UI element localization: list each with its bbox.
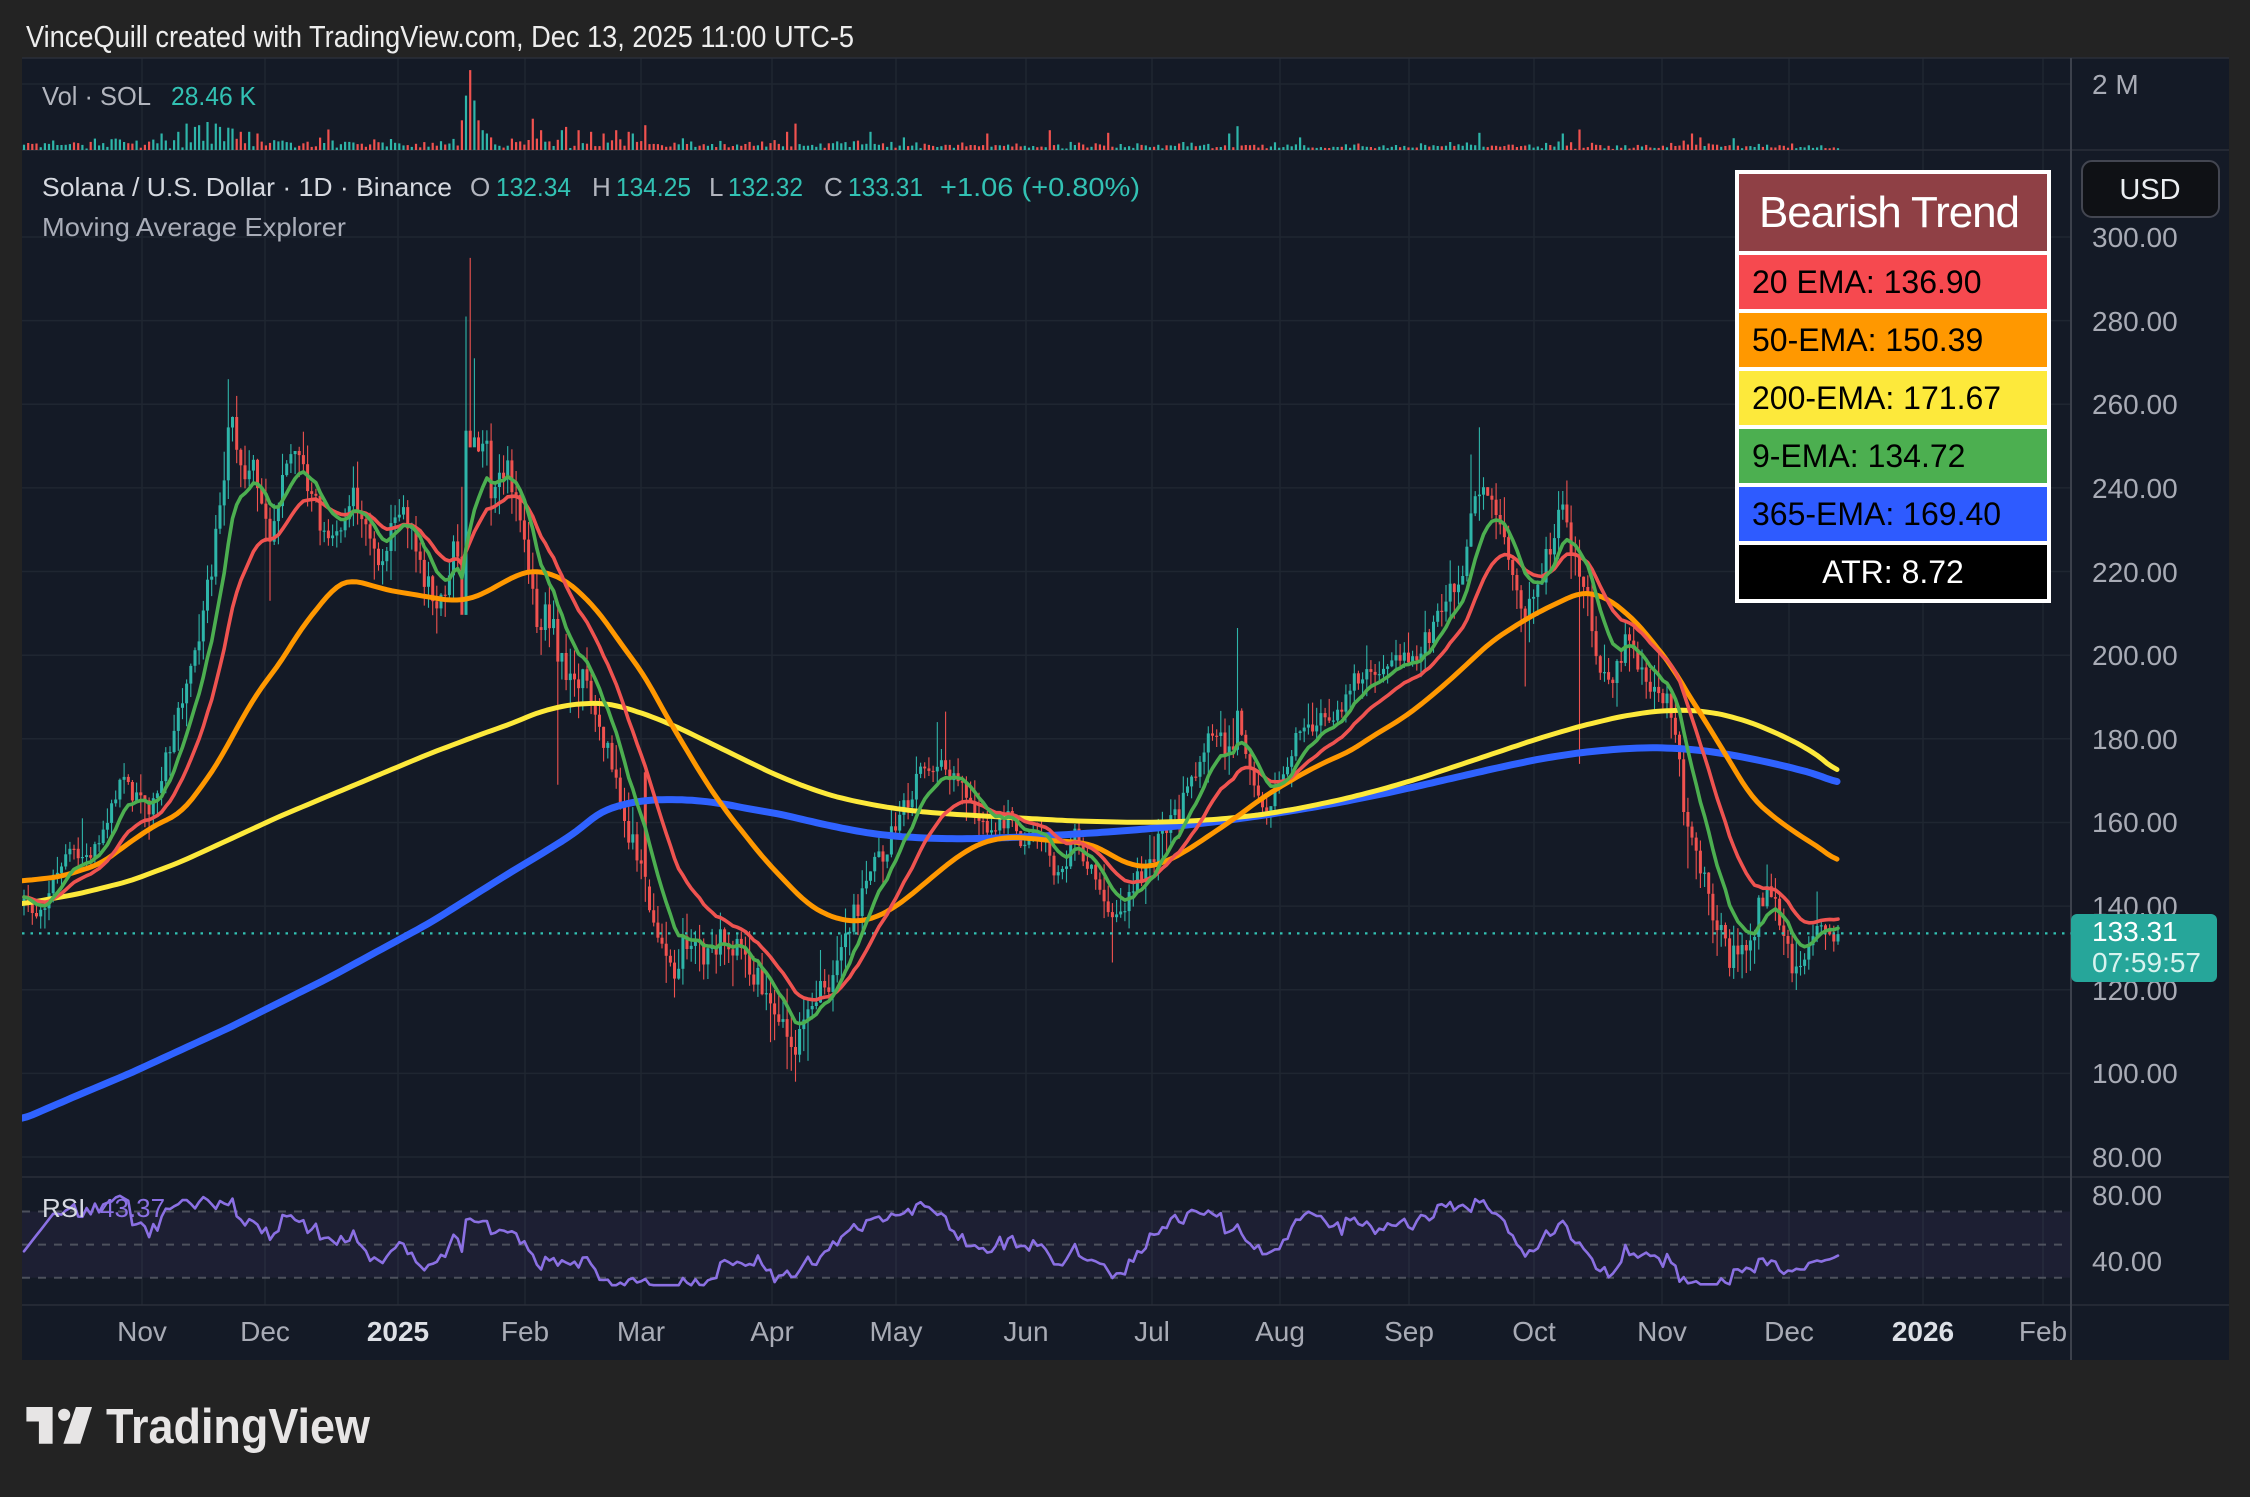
svg-text:Jul: Jul (1134, 1316, 1170, 1347)
svg-text:L: L (709, 172, 723, 202)
svg-text:USD: USD (2119, 174, 2180, 206)
svg-text:ATR: 8.72: ATR: 8.72 (1822, 554, 1964, 590)
svg-text:Bearish Trend: Bearish Trend (1759, 188, 2020, 237)
svg-text:May: May (870, 1316, 923, 1347)
svg-text:Nov: Nov (117, 1316, 167, 1347)
svg-text:Moving Average Explorer: Moving Average Explorer (42, 212, 346, 242)
svg-text:132.34: 132.34 (496, 172, 571, 202)
svg-text:2026: 2026 (1892, 1316, 1954, 1347)
svg-text:240.00: 240.00 (2092, 473, 2178, 504)
svg-text:100.00: 100.00 (2092, 1058, 2178, 1089)
svg-text:Sep: Sep (1384, 1316, 1434, 1347)
svg-text:H: H (592, 172, 611, 202)
svg-text:300.00: 300.00 (2092, 222, 2178, 253)
svg-text:134.25: 134.25 (616, 172, 691, 202)
svg-text:28.46 K: 28.46 K (171, 81, 257, 111)
svg-text:Mar: Mar (617, 1316, 665, 1347)
svg-text:200-EMA: 171.67: 200-EMA: 171.67 (1752, 380, 2001, 416)
svg-text:RSI: RSI (42, 1193, 85, 1223)
svg-text:Dec: Dec (240, 1316, 290, 1347)
svg-text:Vol · SOL: Vol · SOL (42, 81, 151, 111)
svg-text:260.00: 260.00 (2092, 389, 2178, 420)
svg-text:180.00: 180.00 (2092, 724, 2178, 755)
svg-text:Nov: Nov (1637, 1316, 1687, 1347)
svg-text:Feb: Feb (2019, 1316, 2067, 1347)
svg-text:Solana / U.S. Dollar · 1D · Bi: Solana / U.S. Dollar · 1D · Binance (42, 172, 452, 202)
svg-text:O: O (470, 172, 490, 202)
svg-text:2025: 2025 (367, 1316, 429, 1347)
svg-text:50-EMA: 150.39: 50-EMA: 150.39 (1752, 322, 1983, 358)
svg-text:Oct: Oct (1512, 1316, 1556, 1347)
svg-text:Dec: Dec (1764, 1316, 1814, 1347)
svg-text:Aug: Aug (1255, 1316, 1305, 1347)
svg-text:80.00: 80.00 (2092, 1142, 2162, 1173)
svg-text:+1.06 (+0.80%): +1.06 (+0.80%) (940, 172, 1140, 202)
svg-text:Feb: Feb (501, 1316, 549, 1347)
svg-text:40.00: 40.00 (2092, 1246, 2162, 1277)
svg-text:2 M: 2 M (2092, 69, 2139, 100)
svg-text:TradingView: TradingView (106, 1400, 371, 1454)
svg-text:Apr: Apr (750, 1316, 794, 1347)
svg-text:Jun: Jun (1003, 1316, 1048, 1347)
svg-text:133.31: 133.31 (848, 172, 923, 202)
svg-text:200.00: 200.00 (2092, 640, 2178, 671)
svg-text:80.00: 80.00 (2092, 1180, 2162, 1211)
svg-text:VinceQuill created with Tradin: VinceQuill created with TradingView.com,… (26, 19, 854, 54)
svg-text:43.37: 43.37 (100, 1193, 165, 1223)
svg-text:9-EMA: 134.72: 9-EMA: 134.72 (1752, 438, 1965, 474)
svg-text:133.31: 133.31 (2092, 916, 2178, 947)
svg-text:132.32: 132.32 (728, 172, 803, 202)
svg-text:160.00: 160.00 (2092, 807, 2178, 838)
svg-text:C: C (824, 172, 843, 202)
svg-text:365-EMA: 169.40: 365-EMA: 169.40 (1752, 496, 2001, 532)
svg-text:220.00: 220.00 (2092, 557, 2178, 588)
svg-text:07:59:57: 07:59:57 (2092, 947, 2201, 978)
svg-text:20 EMA: 136.90: 20 EMA: 136.90 (1752, 264, 1981, 300)
svg-text:280.00: 280.00 (2092, 306, 2178, 337)
